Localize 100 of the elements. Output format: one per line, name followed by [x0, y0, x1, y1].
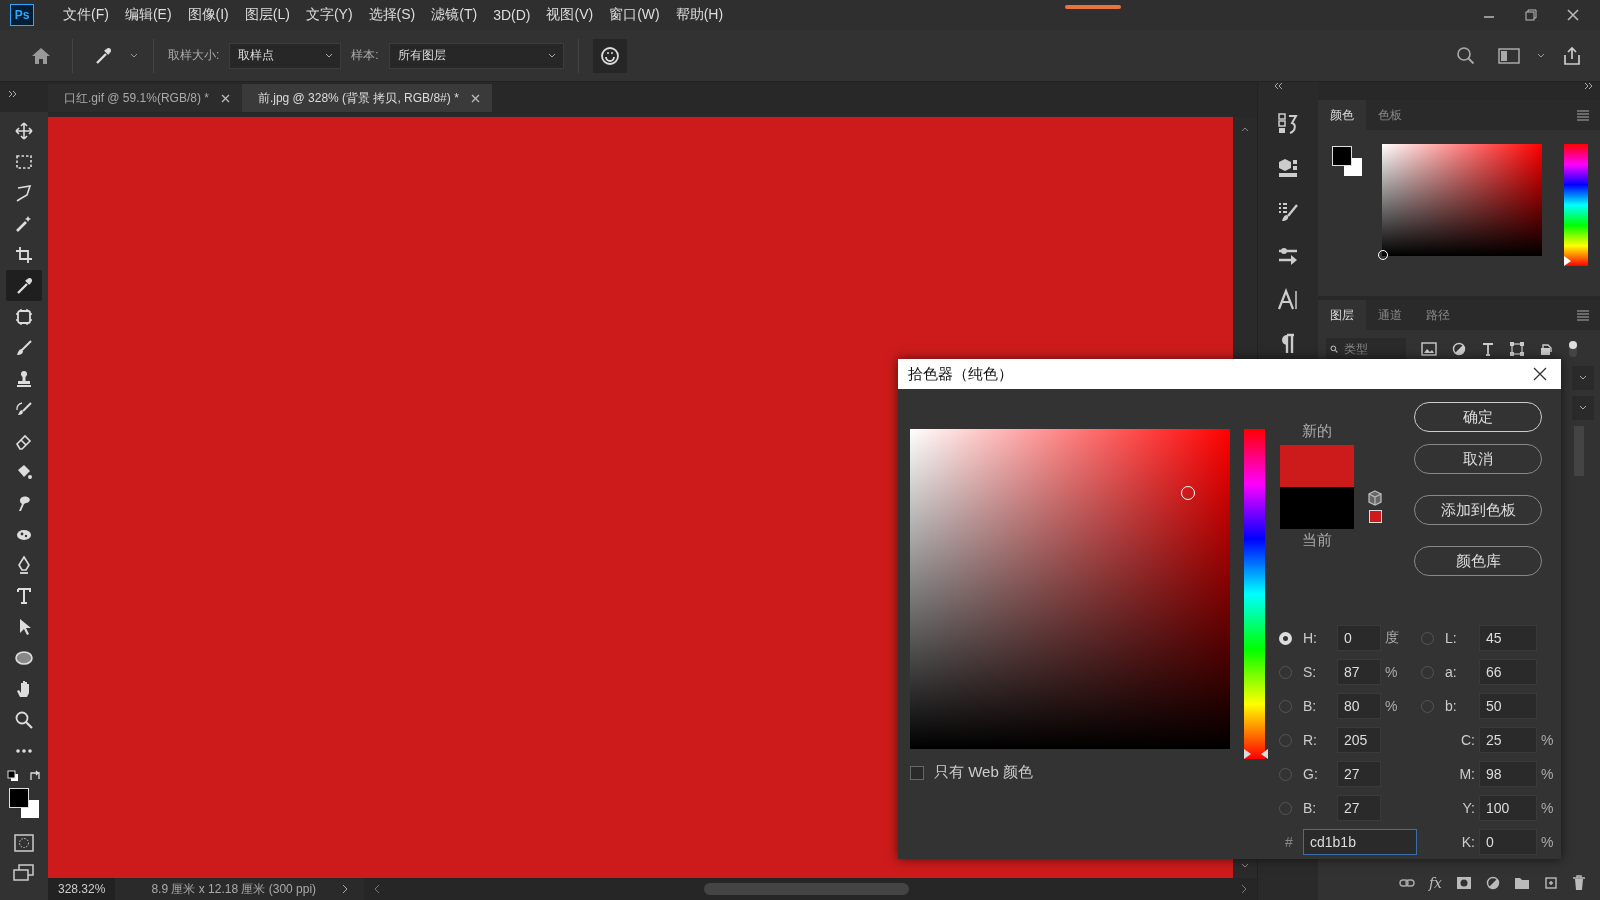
menu-item[interactable]: 3D(D): [486, 7, 538, 23]
input-field[interactable]: 66: [1479, 659, 1537, 685]
toggle-icon[interactable]: [1568, 340, 1578, 358]
web-safe-swatch[interactable]: [1368, 510, 1382, 523]
quick-mask-icon[interactable]: [14, 834, 34, 852]
type-icon: [14, 585, 34, 606]
input-field[interactable]: 0: [1479, 829, 1537, 855]
menu-item[interactable]: 滤镜(T): [424, 6, 485, 24]
screen-mode-icon[interactable]: [13, 864, 35, 882]
hue-slider[interactable]: [1564, 144, 1588, 266]
color-swatches[interactable]: [7, 786, 41, 820]
caret-icon: [1578, 374, 1588, 382]
unit-label: 度: [1385, 629, 1400, 647]
type-icon[interactable]: [1481, 342, 1495, 356]
input-field[interactable]: 0: [1337, 625, 1381, 651]
close-icon[interactable]: [470, 93, 480, 103]
search-icon[interactable]: [1456, 45, 1476, 66]
color-field[interactable]: [910, 429, 1230, 749]
tool-button[interactable]: [6, 270, 42, 301]
panel-tab[interactable]: 路径: [1414, 300, 1462, 330]
menu-item[interactable]: 选择(S): [361, 6, 423, 24]
current-color-swatch[interactable]: [1280, 487, 1354, 529]
zoom-level[interactable]: 328.32%: [48, 878, 116, 900]
document-tab[interactable]: 口红.gif @ 59.1%(RGB/8) *: [48, 84, 242, 112]
dialog-button[interactable]: 取消: [1414, 444, 1542, 474]
layer-style-button[interactable]: fx: [1428, 875, 1442, 891]
workspace-icon[interactable]: [1498, 46, 1520, 65]
web-colors-checkbox[interactable]: 只有 Web 颜色: [910, 763, 1033, 782]
image-icon[interactable]: [1421, 342, 1437, 356]
restore-icon[interactable]: [1524, 8, 1538, 22]
dialog-button[interactable]: 确定: [1414, 402, 1542, 432]
document-tab[interactable]: 前.jpg @ 328% (背景 拷贝, RGB/8#) *: [241, 84, 492, 112]
close-icon[interactable]: [1533, 367, 1547, 381]
menu-item[interactable]: 文字(Y): [298, 6, 360, 24]
caret-icon: [324, 51, 335, 60]
input-field[interactable]: 27: [1337, 795, 1381, 821]
color-swatches[interactable]: [1330, 144, 1364, 178]
panel-tab[interactable]: 颜色: [1318, 100, 1366, 130]
scroll-bar[interactable]: [364, 878, 1257, 900]
dialog-button[interactable]: 添加到色板: [1414, 495, 1542, 525]
trash-icon[interactable]: [1572, 875, 1586, 891]
brush-list-icon[interactable]: [1276, 200, 1300, 224]
half-circle-icon[interactable]: [1486, 876, 1500, 890]
slider-thumb[interactable]: [1244, 749, 1268, 759]
input-field[interactable]: 50: [1479, 693, 1537, 719]
sample-label: 样本:: [351, 47, 379, 64]
input-field[interactable]: 87: [1337, 659, 1381, 685]
link-icon[interactable]: [1398, 878, 1415, 888]
folder-icon[interactable]: [1514, 876, 1530, 890]
panel-tab[interactable]: 通道: [1366, 300, 1414, 330]
lock-icon[interactable]: [1539, 342, 1553, 356]
new-layer-icon[interactable]: [1544, 876, 1558, 890]
hex-input-field[interactable]: cd1b1b: [1303, 829, 1417, 855]
input-field[interactable]: 25: [1479, 727, 1537, 753]
collapse-icon[interactable]: [1274, 82, 1284, 90]
history-icon[interactable]: [1276, 112, 1300, 136]
dialog-button[interactable]: 颜色库: [1414, 546, 1542, 576]
caret-icon[interactable]: [129, 51, 139, 60]
menu-icon[interactable]: [1576, 109, 1590, 121]
share-icon[interactable]: [1562, 45, 1582, 66]
menu-item[interactable]: 图层(L): [237, 6, 297, 24]
panel-tab[interactable]: 色板: [1366, 100, 1414, 130]
transform-icon[interactable]: [1510, 342, 1524, 356]
home-icon[interactable]: [30, 45, 52, 66]
expand-icon[interactable]: [1584, 82, 1594, 90]
caret-icon[interactable]: [1536, 51, 1546, 60]
smiley-button[interactable]: [592, 38, 627, 73]
menu-item[interactable]: 窗口(W): [602, 6, 667, 24]
search-field[interactable]: 类型: [1342, 341, 1402, 357]
close-icon[interactable]: [1566, 8, 1580, 22]
menu-item[interactable]: 图像(I): [180, 6, 236, 24]
field-label: B:: [1303, 800, 1318, 816]
mask-icon[interactable]: [1456, 876, 1472, 890]
hue-slider[interactable]: [1244, 429, 1265, 759]
input-field[interactable]: 27: [1337, 761, 1381, 787]
menu-icon[interactable]: [1576, 309, 1590, 321]
swap-arrows-icon[interactable]: [29, 770, 41, 782]
default-colors-icon[interactable]: [7, 770, 19, 782]
half-circle-icon[interactable]: [1452, 342, 1466, 356]
input-field[interactable]: 205: [1337, 727, 1381, 753]
menu-item[interactable]: 文件(F): [56, 6, 116, 24]
unit-label: %: [1541, 834, 1555, 850]
sample-dropdown[interactable]: 所有图层: [388, 42, 564, 69]
search-field[interactable]: 类型: [1326, 338, 1406, 360]
menu-item[interactable]: 视图(V): [539, 6, 601, 24]
menu-item[interactable]: 帮助(H): [668, 6, 731, 24]
menu-item[interactable]: 编辑(E): [117, 6, 179, 24]
input-field[interactable]: 98: [1479, 761, 1537, 787]
sample-size-dropdown[interactable]: 取样点: [229, 42, 342, 69]
character-icon[interactable]: [1276, 288, 1300, 312]
cube-icon[interactable]: [1276, 156, 1300, 180]
input-field[interactable]: 100: [1479, 795, 1537, 821]
input-field[interactable]: 45: [1479, 625, 1537, 651]
field-label: R:: [1303, 732, 1318, 748]
panel-tab[interactable]: 图层: [1318, 300, 1366, 330]
caret-icon: [1578, 404, 1588, 412]
input-field[interactable]: 80: [1337, 693, 1381, 719]
expand-icon[interactable]: [8, 90, 18, 98]
close-icon[interactable]: [220, 93, 230, 103]
search-icon: [1330, 343, 1338, 355]
